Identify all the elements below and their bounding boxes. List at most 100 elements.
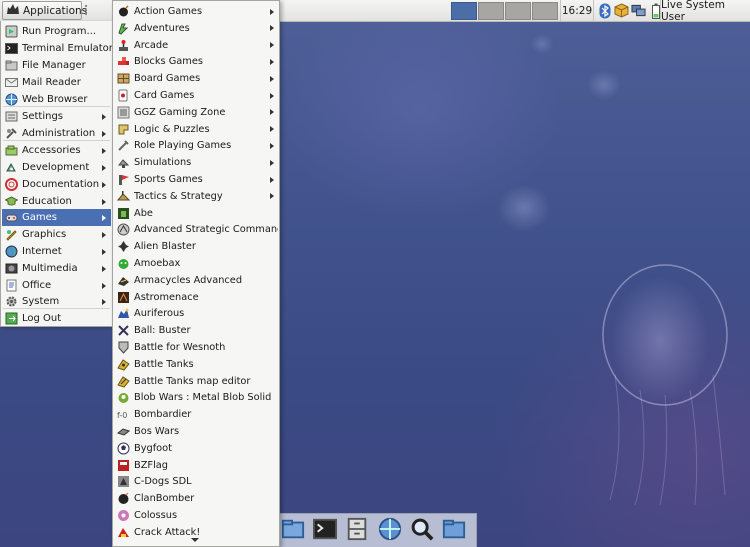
games-item-simulations[interactable]: Simulations (114, 154, 278, 171)
menu-item-file-manager[interactable]: File Manager (2, 57, 111, 74)
submenu-arrow-icon (102, 147, 106, 154)
applications-menu-button[interactable]: Applications (2, 1, 87, 20)
package-updates-icon[interactable] (614, 2, 629, 19)
wesnoth-icon (117, 341, 130, 354)
games-item-clanbomber[interactable]: ClanBomber (114, 490, 278, 507)
menu-item-education[interactable]: Education (2, 193, 111, 210)
games-item-label: Astromenace (134, 291, 199, 303)
graphics-icon (5, 228, 18, 241)
menu-item-graphics[interactable]: Graphics (2, 226, 111, 243)
dock-folder-icon[interactable] (441, 518, 467, 544)
clock[interactable]: 16:29 (560, 0, 594, 21)
games-item-bygfoot[interactable]: Bygfoot (114, 440, 278, 457)
games-item-ball-buster[interactable]: Ball: Buster (114, 322, 278, 339)
menu-item-administration[interactable]: Administration (2, 125, 111, 142)
accessories-icon (5, 144, 18, 157)
menu-item-multimedia[interactable]: Multimedia (2, 260, 111, 277)
logic-puzzles-icon (117, 123, 130, 136)
submenu-arrow-icon (102, 181, 106, 188)
menu-item-settings[interactable]: Settings (2, 108, 111, 125)
games-item-armacycles-advanced[interactable]: Armacycles Advanced (114, 272, 278, 289)
crack-attack-icon (117, 526, 130, 539)
submenu-arrow-icon (270, 109, 274, 116)
menu-item-label: Education (22, 196, 72, 207)
dock-search-icon[interactable] (409, 518, 435, 544)
dock-terminal-icon[interactable] (312, 518, 338, 544)
dock-home-folder-icon[interactable] (280, 518, 306, 544)
panel-handle[interactable] (85, 5, 87, 17)
menu-item-web-browser[interactable]: Web Browser (2, 91, 111, 108)
games-item-board-games[interactable]: Board Games (114, 70, 278, 87)
menu-item-label: Documentation (22, 179, 100, 190)
menu-item-system[interactable]: System (2, 293, 111, 310)
games-item-blob-wars-metal-blob-solid[interactable]: Blob Wars : Metal Blob Solid (114, 389, 278, 406)
submenu-arrow-icon (102, 164, 106, 171)
menu-item-development[interactable]: Development (2, 159, 111, 176)
games-item-tactics-strategy[interactable]: Tactics & Strategy (114, 188, 278, 205)
submenu-arrow-icon (102, 248, 106, 255)
submenu-arrow-icon (270, 126, 274, 133)
submenu-arrow-icon (270, 142, 274, 149)
games-item-amoebax[interactable]: Amoebax (114, 255, 278, 272)
network-icon[interactable] (631, 2, 646, 19)
games-item-bzflag[interactable]: BZFlag (114, 457, 278, 474)
games-item-blocks-games[interactable]: Blocks Games (114, 53, 278, 70)
games-item-bombardier[interactable]: f-0 Bombardier (114, 406, 278, 423)
menu-item-documentation[interactable]: Documentation (2, 176, 111, 193)
games-item-arcade[interactable]: Arcade (114, 37, 278, 54)
games-item-sports-games[interactable]: Sports Games (114, 171, 278, 188)
menu-item-office[interactable]: Office (2, 277, 111, 294)
armacycles-icon (117, 274, 130, 287)
games-item-label: Adventures (134, 22, 190, 34)
games-item-astromenace[interactable]: Astromenace (114, 289, 278, 306)
games-item-role-playing-games[interactable]: Role Playing Games (114, 137, 278, 154)
workspace-4[interactable] (532, 2, 558, 20)
games-item-advanced-strategic-command[interactable]: Advanced Strategic Command (114, 221, 278, 238)
action-games-icon (117, 5, 130, 18)
menu-item-label: Internet (22, 246, 62, 257)
games-item-logic-puzzles[interactable]: Logic & Puzzles (114, 121, 278, 138)
menu-item-games[interactable]: Games (2, 209, 111, 226)
games-item-alien-blaster[interactable]: Alien Blaster (114, 238, 278, 255)
file-cabinet-icon (345, 517, 369, 544)
dock-web-browser-icon[interactable] (377, 517, 403, 544)
games-item-card-games[interactable]: Card Games (114, 87, 278, 104)
games-item-ggz-gaming-zone[interactable]: GGZ Gaming Zone (114, 104, 278, 121)
folder-icon (442, 517, 466, 544)
simulations-icon (117, 156, 130, 169)
log-out-icon (5, 312, 18, 325)
games-item-label: Bombardier (134, 409, 192, 421)
menu-item-terminal-emulator[interactable]: Terminal Emulator (2, 40, 113, 57)
fedora-cat-icon (6, 3, 20, 18)
games-item-auriferous[interactable]: Auriferous (114, 305, 278, 322)
menu-item-label: Office (22, 280, 52, 291)
games-item-label: Battle Tanks map editor (134, 375, 251, 387)
battle-tanks-editor-icon (117, 375, 130, 388)
games-item-label: GGZ Gaming Zone (134, 106, 226, 118)
games-item-battle-tanks-map-editor[interactable]: Battle Tanks map editor (114, 373, 278, 390)
games-item-action-games[interactable]: Action Games (114, 3, 278, 20)
bottom-dock (270, 513, 477, 547)
dock-file-cabinet-icon[interactable] (344, 517, 370, 544)
workspace-3[interactable] (505, 2, 531, 20)
system-tray (597, 2, 663, 19)
games-item-crack-attack[interactable]: Crack Attack! (114, 524, 278, 541)
menu-item-internet[interactable]: Internet (2, 243, 111, 260)
user-menu[interactable]: Live System User (660, 0, 750, 23)
menu-item-mail-reader[interactable]: Mail Reader (2, 74, 111, 91)
web-browser-icon (5, 93, 18, 106)
games-item-c-dogs-sdl[interactable]: C-Dogs SDL (114, 473, 278, 490)
games-item-abe[interactable]: Abe (114, 205, 278, 222)
menu-item-accessories[interactable]: Accessories (2, 142, 111, 159)
workspace-1[interactable] (451, 2, 477, 20)
games-item-bos-wars[interactable]: Bos Wars (114, 423, 278, 440)
games-item-adventures[interactable]: Adventures (114, 20, 278, 37)
games-item-label: Board Games (134, 73, 201, 85)
workspace-2[interactable] (478, 2, 504, 20)
bluetooth-icon[interactable] (597, 2, 612, 19)
games-item-colossus[interactable]: Colossus (114, 507, 278, 524)
menu-item-run-program[interactable]: Run Program... (2, 23, 111, 40)
games-item-battle-for-wesnoth[interactable]: Battle for Wesnoth (114, 339, 278, 356)
menu-item-log-out[interactable]: Log Out (2, 310, 111, 327)
games-item-battle-tanks[interactable]: Battle Tanks (114, 356, 278, 373)
